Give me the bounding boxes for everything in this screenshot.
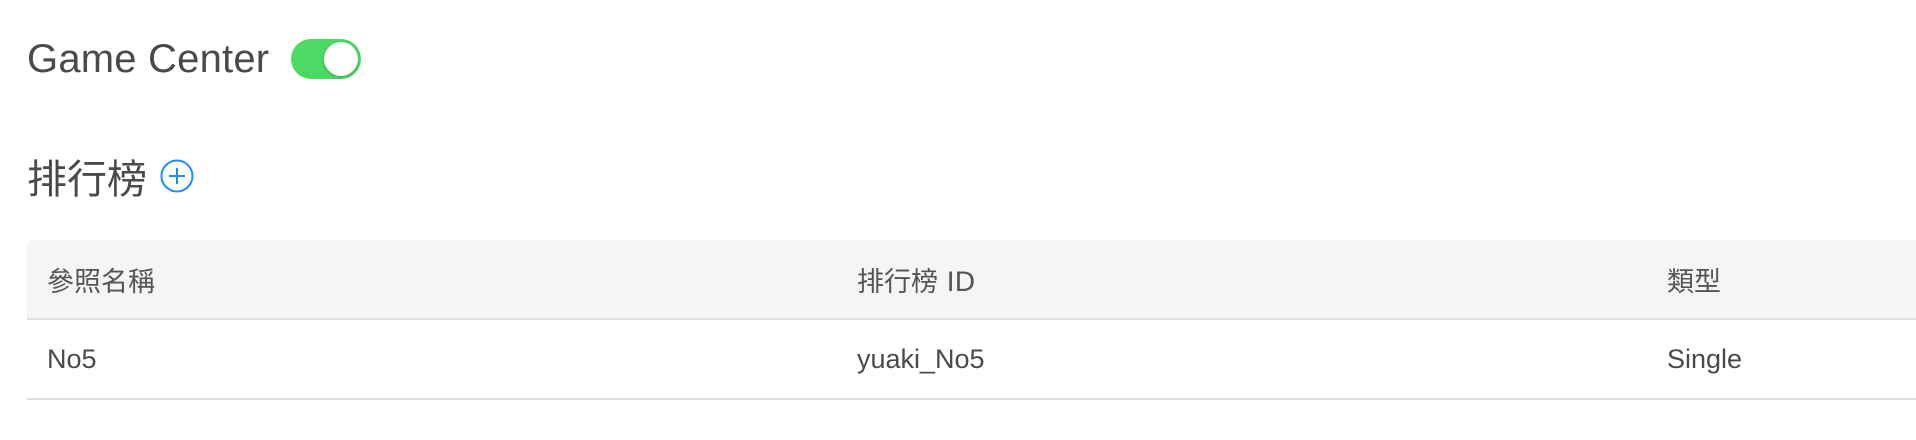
reference-name-cell[interactable]: No5 — [47, 344, 97, 375]
game-center-section: Game Center — [27, 33, 362, 85]
leaderboard-title: 排行榜 — [27, 157, 147, 203]
leaderboard-id-cell: yuaki_No5 — [857, 343, 985, 374]
add-leaderboard-button[interactable] — [159, 158, 195, 194]
page: Game Center 排行榜 參照名稱 排行榜 ID 類型 No5 yuaki… — [0, 0, 1916, 440]
toggle-knob — [324, 42, 359, 76]
type-cell: Single — [1667, 343, 1743, 374]
plus-circle-icon — [160, 159, 194, 193]
column-header-reference-name[interactable]: 參照名稱 — [47, 260, 155, 299]
leaderboard-section-header: 排行榜 — [27, 148, 195, 204]
game-center-toggle[interactable] — [291, 39, 362, 79]
column-header-type[interactable]: 類型 — [1667, 260, 1721, 299]
table-row[interactable]: No5 yuaki_No5 Single — [27, 320, 1916, 400]
table-header: 參照名稱 排行榜 ID 類型 — [27, 240, 1916, 320]
column-header-leaderboard-id[interactable]: 排行榜 ID — [857, 260, 975, 299]
leaderboard-table: 參照名稱 排行榜 ID 類型 No5 yuaki_No5 Single — [27, 240, 1916, 400]
game-center-title: Game Center — [27, 36, 270, 81]
